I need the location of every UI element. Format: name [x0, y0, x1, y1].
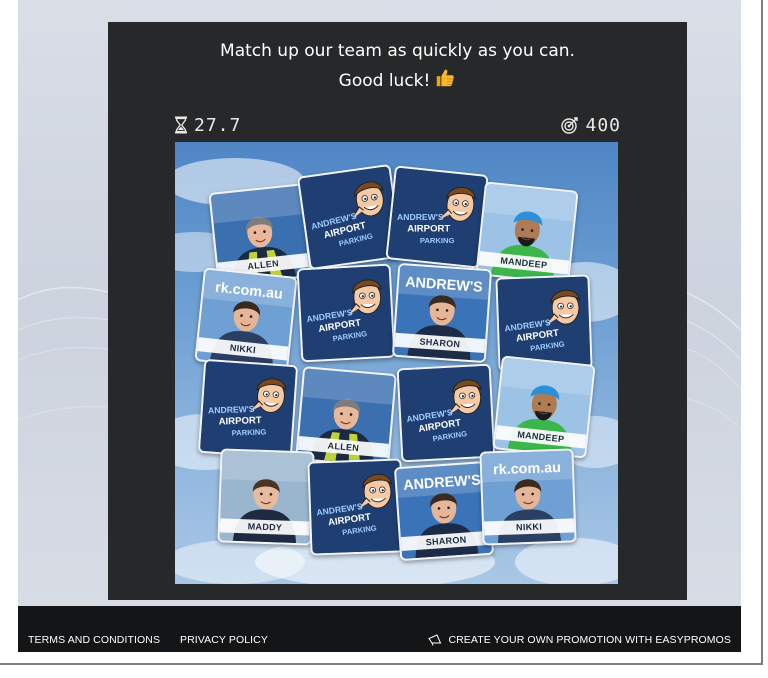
memory-card-face[interactable]: rk.com.au NIKKI	[479, 448, 577, 546]
page-background: Match up our team as quickly as you can.…	[18, 0, 741, 606]
megaphone-icon	[428, 634, 442, 646]
instruction-line-1: Match up our team as quickly as you can.	[220, 41, 575, 61]
memory-card-back[interactable]: ANDREW'S AIRPORT PARKING	[197, 358, 299, 460]
instruction-line-2: Good luck!	[108, 66, 687, 96]
memory-card-face[interactable]: ANDREW'S SHARON	[393, 460, 495, 562]
svg-text:rk.com.au: rk.com.au	[493, 460, 561, 478]
privacy-link[interactable]: PRIVACY POLICY	[180, 634, 268, 646]
good-luck-text: Good luck!	[338, 71, 431, 91]
svg-text:AIRPORT: AIRPORT	[218, 415, 262, 428]
card-logo-illustration: ANDREW'SAIRPORTPARKING	[199, 360, 297, 458]
thumbs-up-icon	[437, 69, 455, 87]
memory-card-face[interactable]: MANDEEP	[492, 355, 596, 459]
footer: TERMS AND CONDITIONS PRIVACY POLICY CREA…	[18, 606, 741, 652]
svg-text:PARKING: PARKING	[420, 236, 455, 245]
terms-link[interactable]: TERMS AND CONDITIONS	[28, 634, 160, 646]
svg-text:ANDREW'S: ANDREW'S	[397, 212, 444, 222]
promo-link[interactable]: CREATE YOUR OWN PROMOTION WITH EASYPROMO…	[428, 634, 731, 646]
card-logo-illustration: ANDREW'SAIRPORTPARKING	[398, 365, 494, 461]
game-panel: Match up our team as quickly as you can.…	[108, 22, 687, 600]
target-icon	[561, 117, 579, 134]
card-logo-illustration: ANDREW'S AIRPORTPARKING	[387, 167, 487, 267]
timer-display: 27.7	[174, 114, 241, 136]
hourglass-icon	[175, 116, 187, 134]
memory-card-back[interactable]: ANDREW'S AIRPORT PARKING	[385, 165, 489, 269]
promo-text: CREATE YOUR OWN PROMOTION WITH EASYPROMO…	[448, 634, 731, 646]
svg-text:AIRPORT: AIRPORT	[407, 224, 450, 235]
memory-card-face[interactable]: rk.com.au NIKKI	[194, 267, 298, 371]
memory-card-face[interactable]: ANDREW'S SHARON	[391, 262, 493, 364]
memory-card-face[interactable]: MANDEEP	[475, 181, 579, 285]
card-logo-illustration: ANDREW'SAIRPORTPARKING	[309, 460, 403, 554]
memory-card-back[interactable]: ANDREW'S AIRPORT PARKING	[396, 363, 496, 463]
score-value: 400	[585, 114, 621, 136]
memory-card-back[interactable]: ANDREW'S AIRPORT PARKING	[296, 263, 396, 363]
page-frame: Match up our team as quickly as you can.…	[0, 0, 763, 665]
memory-card-face[interactable]: MADDY	[217, 448, 315, 546]
instructions: Match up our team as quickly as you can.…	[108, 36, 687, 96]
memory-card-back[interactable]: ANDREW'S AIRPORT PARKING	[307, 458, 405, 556]
svg-text:ANDREW'S: ANDREW'S	[208, 404, 255, 416]
card-logo-illustration: ANDREW'SAIRPORTPARKING	[298, 265, 394, 361]
game-board: ALLEN ANDREW'S AIRPORT PARKING ANDREW'S AIRPO…	[175, 142, 618, 584]
score-display: 400	[561, 114, 621, 136]
timer-value: 27.7	[194, 114, 242, 136]
svg-text:PARKING: PARKING	[231, 427, 266, 437]
